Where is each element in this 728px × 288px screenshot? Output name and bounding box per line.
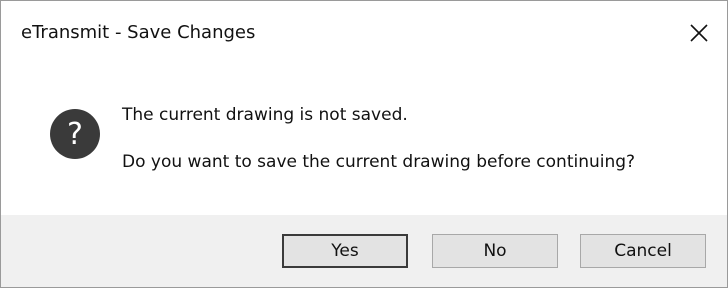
- question-icon: ?: [50, 109, 100, 159]
- title-bar: eTransmit - Save Changes: [1, 1, 727, 67]
- no-button[interactable]: No: [432, 234, 558, 268]
- dialog-title: eTransmit - Save Changes: [21, 22, 256, 43]
- cancel-button[interactable]: Cancel: [580, 234, 706, 268]
- yes-button[interactable]: Yes: [282, 234, 408, 268]
- message-line-1: The current drawing is not saved.: [122, 105, 408, 125]
- message-area: ? The current drawing is not saved. Do y…: [1, 67, 727, 215]
- svg-text:?: ?: [67, 117, 83, 152]
- close-icon: [690, 24, 708, 42]
- close-button[interactable]: [679, 13, 719, 53]
- button-bar: Yes No Cancel: [1, 215, 727, 287]
- save-changes-dialog: eTransmit - Save Changes ? The current d…: [0, 0, 728, 288]
- message-line-2: Do you want to save the current drawing …: [122, 152, 636, 172]
